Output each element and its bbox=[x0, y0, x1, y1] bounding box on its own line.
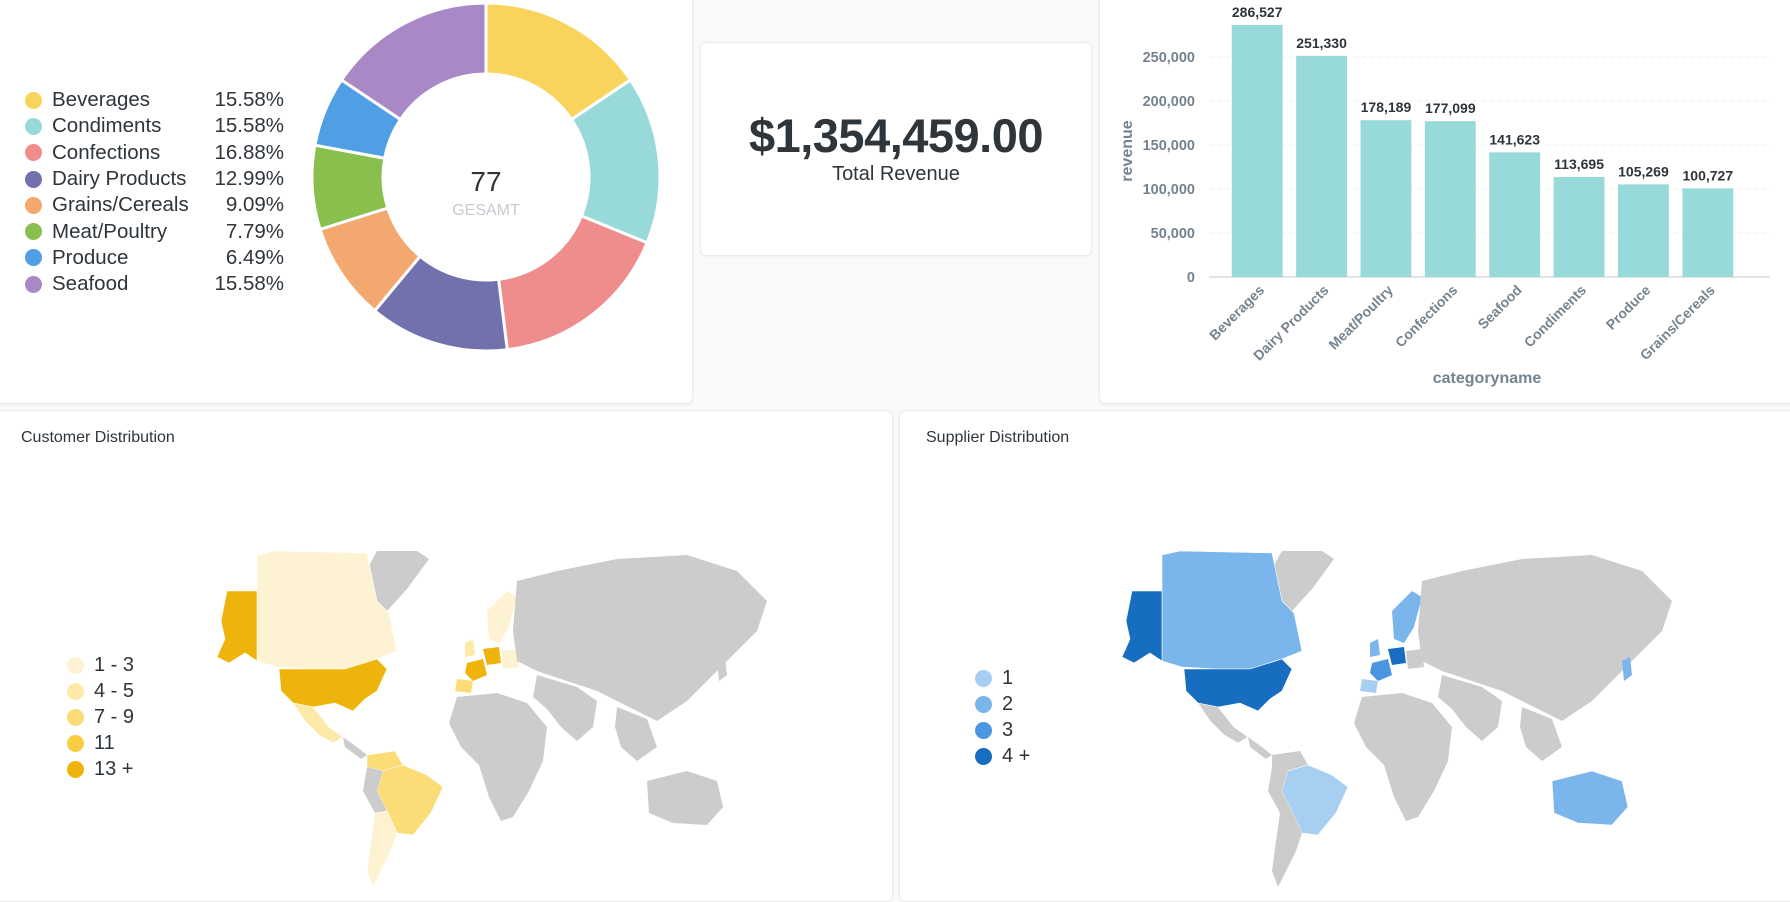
map-region-scandinavia[interactable] bbox=[487, 591, 517, 643]
legend-label: 1 - 3 bbox=[94, 653, 135, 676]
map-region-mexico[interactable] bbox=[292, 702, 344, 744]
map-region-scandinavia[interactable] bbox=[1392, 591, 1422, 643]
legend-label: 4 - 5 bbox=[94, 679, 135, 702]
donut-chart: 77 GESAMT bbox=[310, 1, 662, 353]
bar-produce[interactable] bbox=[1618, 184, 1669, 277]
map-region-spain[interactable] bbox=[1360, 679, 1378, 693]
map-region-spain[interactable] bbox=[455, 679, 473, 693]
bar-value-label: 113,695 bbox=[1554, 156, 1604, 172]
legend-label: 3 bbox=[1002, 718, 1014, 741]
y-tick-label: 50,000 bbox=[1151, 226, 1195, 242]
supplier-distribution-title: Supplier Distribution bbox=[926, 429, 1070, 446]
map-region-central-america[interactable] bbox=[1248, 737, 1272, 759]
legend-label: 13 + bbox=[94, 757, 134, 780]
x-tick-label: Meat/Poultry bbox=[1325, 282, 1396, 353]
revenue-by-category-card: 0 50,000 100,000 150,000 200,000 250,000 Beve… bbox=[1099, 0, 1790, 404]
map-region-alaska[interactable] bbox=[217, 590, 258, 664]
y-tick-label: 250,000 bbox=[1143, 50, 1195, 66]
map-region-germany[interactable] bbox=[483, 647, 501, 665]
map-region-australia[interactable] bbox=[647, 771, 723, 825]
total-revenue-label: Total Revenue bbox=[832, 163, 960, 185]
bar-value-label: 178,189 bbox=[1361, 99, 1412, 115]
map-region-germany[interactable] bbox=[1388, 647, 1406, 665]
y-tick-label: 0 bbox=[1187, 270, 1195, 286]
customer-distribution-card: Customer Distribution 1 - 3 4 - 5 7 - 9 … bbox=[0, 410, 893, 902]
map-region-central-america[interactable] bbox=[343, 737, 367, 759]
y-tick-label: 100,000 bbox=[1143, 182, 1195, 198]
legend-label: 2 bbox=[1002, 692, 1014, 715]
legend-dot bbox=[67, 656, 84, 674]
legend-dot bbox=[67, 682, 84, 700]
map-region-france[interactable] bbox=[465, 659, 487, 681]
legend-item[interactable]: 1 - 3 bbox=[67, 652, 134, 678]
x-tick-label: Seafood bbox=[1474, 282, 1524, 332]
legend-label: 11 bbox=[94, 731, 115, 754]
total-revenue-value: $1,354,459.00 bbox=[748, 109, 1044, 162]
map-region-mexico[interactable] bbox=[1197, 702, 1249, 744]
map-region-argentina[interactable] bbox=[366, 810, 398, 888]
map-region-africa[interactable] bbox=[1354, 693, 1452, 821]
map-region-uk[interactable] bbox=[1370, 639, 1380, 657]
bar-condiments[interactable] bbox=[1553, 176, 1605, 277]
bar-value-label: 251,330 bbox=[1296, 35, 1347, 51]
x-tick-label: Produce bbox=[1603, 282, 1654, 333]
bar-dairy-products[interactable] bbox=[1296, 55, 1347, 278]
map-region-alaska[interactable] bbox=[1122, 590, 1163, 664]
map-region-australia[interactable] bbox=[1551, 770, 1629, 826]
bar-beverages[interactable] bbox=[1231, 24, 1283, 278]
donut-slice-confections[interactable] bbox=[496, 213, 650, 352]
legend-dot bbox=[67, 734, 84, 752]
x-tick-label: Condiments bbox=[1521, 282, 1590, 351]
x-tick-label: Confections bbox=[1392, 282, 1461, 351]
y-tick-label: 150,000 bbox=[1143, 138, 1195, 154]
donut-total-label: GESAMT bbox=[452, 202, 520, 219]
legend-dot bbox=[975, 721, 992, 739]
bar-meat-poultry[interactable] bbox=[1360, 120, 1412, 277]
y-axis-title: revenue bbox=[1119, 120, 1136, 181]
x-tick-label: Beverages bbox=[1206, 282, 1268, 344]
legend-item[interactable]: 2 bbox=[975, 691, 1030, 717]
legend-label: 1 bbox=[1002, 666, 1014, 689]
customer-map-legend: 1 - 3 4 - 5 7 - 9 11 13 + bbox=[67, 652, 134, 782]
x-axis-title: categoryname bbox=[1433, 370, 1542, 387]
bar-confections[interactable] bbox=[1424, 121, 1476, 277]
legend-dot bbox=[67, 760, 84, 778]
bar-seafood[interactable] bbox=[1489, 152, 1541, 277]
map-region-france[interactable] bbox=[1370, 659, 1392, 681]
legend-item[interactable]: 4 + bbox=[975, 743, 1030, 769]
bar-value-label: 286,527 bbox=[1232, 4, 1283, 20]
supplier-map-legend: 1 2 3 4 + bbox=[975, 665, 1030, 769]
total-revenue-card: $1,354,459.00 Total Revenue bbox=[700, 42, 1092, 256]
y-tick-label: 200,000 bbox=[1143, 94, 1195, 110]
map-region-africa[interactable] bbox=[449, 693, 547, 821]
legend-item[interactable]: 13 + bbox=[67, 756, 134, 782]
bar-value-label: 105,269 bbox=[1618, 163, 1669, 179]
bar-value-label: 141,623 bbox=[1489, 131, 1540, 147]
legend-item[interactable]: 1 bbox=[975, 665, 1030, 691]
bar-value-label: 177,099 bbox=[1425, 100, 1476, 116]
legend-dot bbox=[975, 669, 992, 687]
map-region-uk[interactable] bbox=[465, 639, 475, 657]
legend-dot bbox=[67, 708, 84, 726]
legend-item[interactable]: 3 bbox=[975, 717, 1030, 743]
legend-item[interactable]: 7 - 9 bbox=[67, 704, 134, 730]
legend-item[interactable]: 11 bbox=[67, 730, 134, 756]
supplier-world-map[interactable] bbox=[1122, 551, 1682, 891]
category-donut-card: Beverages 15.58% Condiments 15.58% Confe… bbox=[0, 0, 693, 404]
customer-world-map[interactable] bbox=[217, 551, 777, 891]
legend-dot bbox=[975, 747, 992, 765]
supplier-distribution-card: Supplier Distribution 1 2 3 4 + bbox=[899, 410, 1790, 902]
legend-label: 4 + bbox=[1002, 744, 1031, 767]
revenue-bar-chart: 0 50,000 100,000 150,000 200,000 250,000 Beve… bbox=[1119, 4, 1770, 387]
customer-distribution-title: Customer Distribution bbox=[21, 429, 175, 446]
legend-item[interactable]: 4 - 5 bbox=[67, 678, 134, 704]
legend-dot bbox=[975, 695, 992, 713]
bar-value-label: 100,727 bbox=[1683, 167, 1734, 183]
bar-grains-cereals[interactable] bbox=[1682, 188, 1734, 277]
legend-label: 7 - 9 bbox=[94, 705, 135, 728]
donut-total-value: 77 bbox=[470, 166, 501, 197]
